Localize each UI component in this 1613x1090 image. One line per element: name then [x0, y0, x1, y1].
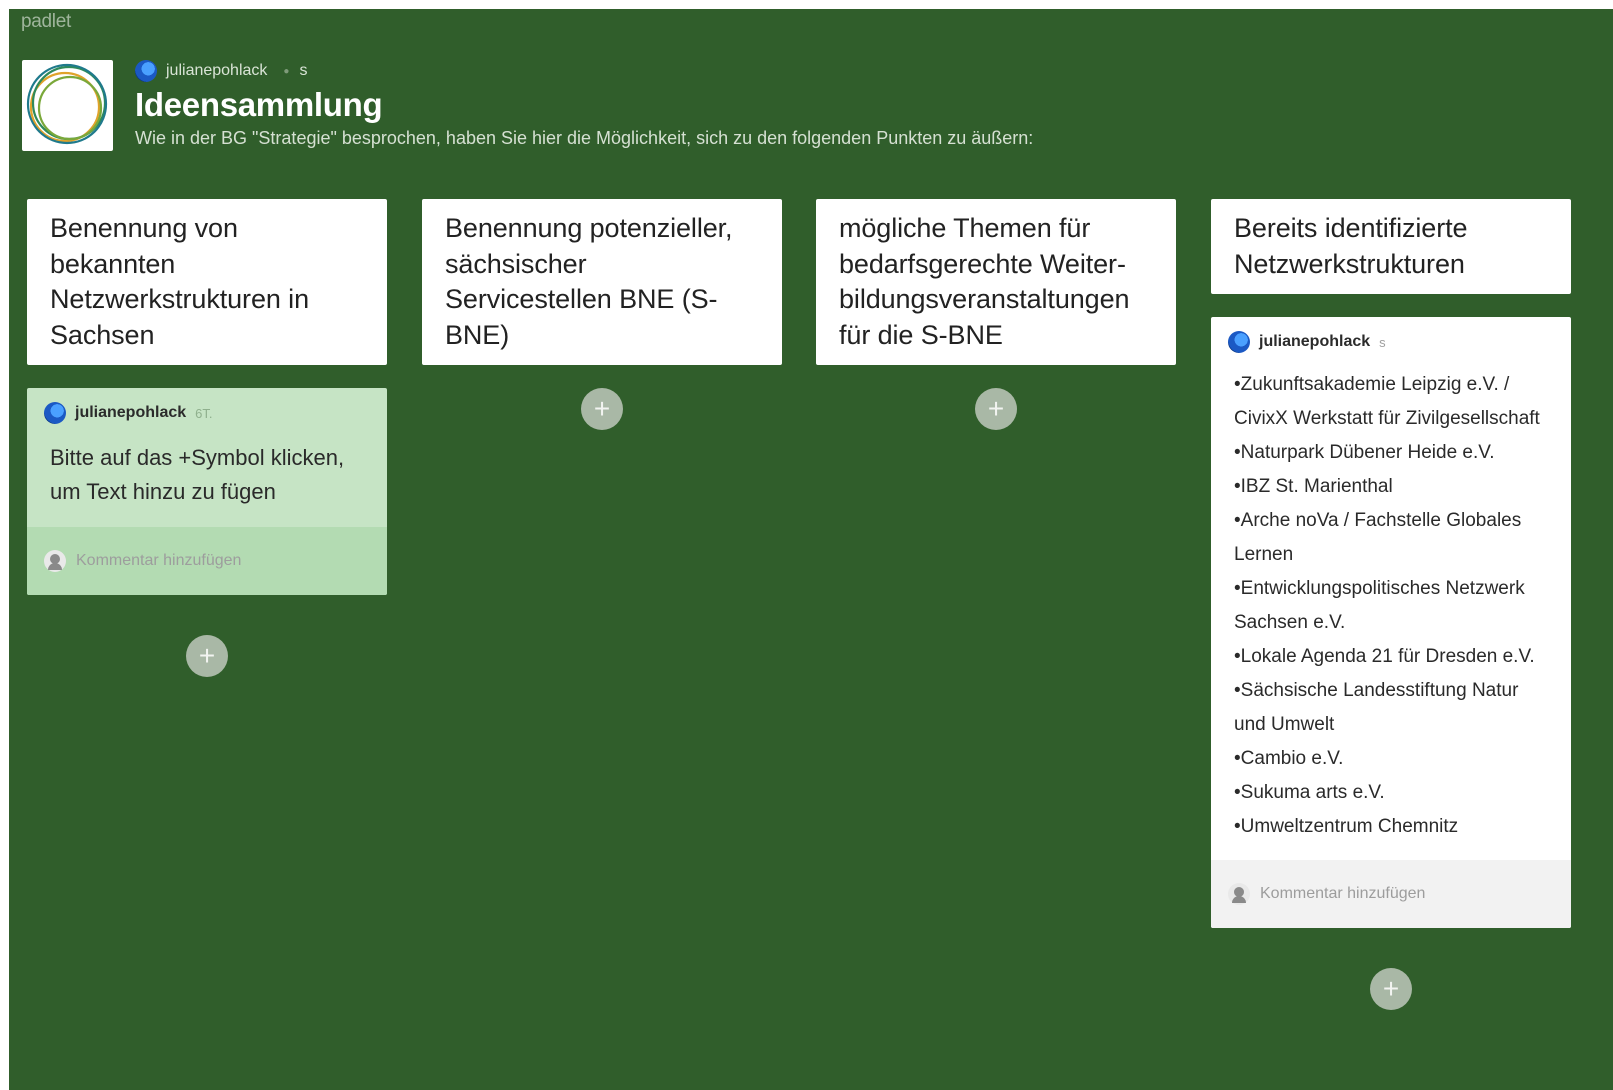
- board-timestamp: s: [299, 62, 308, 79]
- board-logo-icon: [22, 60, 113, 151]
- list-item: •Umweltzentrum Chemnitz: [1234, 816, 1459, 837]
- comment-placeholder: Kommentar hinzufügen: [1260, 885, 1426, 902]
- list-item: •Sukuma arts e.V.: [1234, 782, 1385, 803]
- column-2: Benennung potenzieller, sächsischer Serv…: [422, 199, 782, 430]
- add-post-button[interactable]: +: [186, 635, 228, 677]
- post-author-name: julianepohlack: [1259, 333, 1371, 350]
- avatar: [1228, 331, 1250, 353]
- post-author: julianepohlack 6T.: [27, 388, 387, 425]
- comment-avatar-icon: [44, 550, 66, 572]
- list-item: •Arche noVa / Fachstelle Globales Lernen: [1234, 510, 1522, 565]
- list-item: •IBZ St. Marienthal: [1234, 476, 1393, 497]
- plus-icon: +: [198, 640, 216, 671]
- column-title[interactable]: Benennung potenzieller, sächsischer Serv…: [422, 199, 782, 365]
- list-item: •Cambio e.V.: [1234, 748, 1344, 769]
- padlet-board: padlet julianepohlack ● s Ideensammlung …: [9, 9, 1613, 1090]
- plus-icon: +: [1382, 973, 1400, 1004]
- column-1: Benennung von bekannten Netzwerkstruktur…: [27, 199, 387, 677]
- post-author: julianepohlack s: [1211, 317, 1571, 354]
- post-card[interactable]: julianepohlack s •Zukunftsakademie Leipz…: [1211, 317, 1571, 928]
- plus-icon: +: [593, 393, 611, 424]
- comment-input[interactable]: Kommentar hinzufügen: [27, 527, 387, 595]
- comment-input[interactable]: Kommentar hinzufügen: [1211, 860, 1571, 928]
- post-body: Bitte auf das +Symbol klicken, um Text h…: [50, 445, 345, 504]
- board-description: Wie in der BG "Strategie" besprochen, ha…: [135, 128, 1034, 148]
- board-author: julianepohlack ● s: [135, 60, 307, 82]
- board-author-name[interactable]: julianepohlack: [166, 62, 267, 80]
- post-timestamp: 6T.: [195, 405, 213, 421]
- column-title[interactable]: Bereits identifizierte Netzwerkstrukture…: [1211, 199, 1571, 294]
- list-item: •Lokale Agenda 21 für Dresden e.V.: [1234, 646, 1535, 667]
- comment-avatar-icon: [1228, 883, 1250, 905]
- rings-icon: [26, 63, 108, 145]
- column-4: Bereits identifizierte Netzwerkstrukture…: [1211, 199, 1571, 1010]
- post-card[interactable]: julianepohlack 6T. Bitte auf das +Symbol…: [27, 388, 387, 595]
- add-post-button[interactable]: +: [975, 388, 1017, 430]
- separator-dot: ●: [283, 65, 290, 77]
- list-item: •Naturpark Dübener Heide e.V.: [1234, 442, 1495, 463]
- list-item: •Zukunftsakademie Leipzig e.V. / CivixX …: [1234, 374, 1540, 429]
- comment-placeholder: Kommentar hinzufügen: [76, 552, 242, 569]
- column-title[interactable]: Benennung von bekannten Netzwerkstruktur…: [27, 199, 387, 365]
- add-post-button[interactable]: +: [581, 388, 623, 430]
- column-3: mögliche Themen für bedarfsgerechte Weit…: [816, 199, 1176, 430]
- brand-logo-text[interactable]: padlet: [21, 11, 71, 33]
- avatar[interactable]: [135, 60, 157, 82]
- post-body: •Zukunftsakademie Leipzig e.V. / CivixX …: [1211, 354, 1571, 860]
- post-timestamp: s: [1379, 334, 1386, 350]
- post-author-name: julianepohlack: [75, 404, 187, 421]
- page-title: Ideensammlung: [135, 86, 383, 123]
- column-title[interactable]: mögliche Themen für bedarfsgerechte Weit…: [816, 199, 1176, 365]
- avatar: [44, 402, 66, 424]
- plus-icon: +: [987, 393, 1005, 424]
- list-item: •Entwicklungspolitisches Netzwerk Sachse…: [1234, 578, 1525, 633]
- list-item: •Sächsische Landesstiftung Natur und Umw…: [1234, 680, 1519, 735]
- add-post-button[interactable]: +: [1370, 968, 1412, 1010]
